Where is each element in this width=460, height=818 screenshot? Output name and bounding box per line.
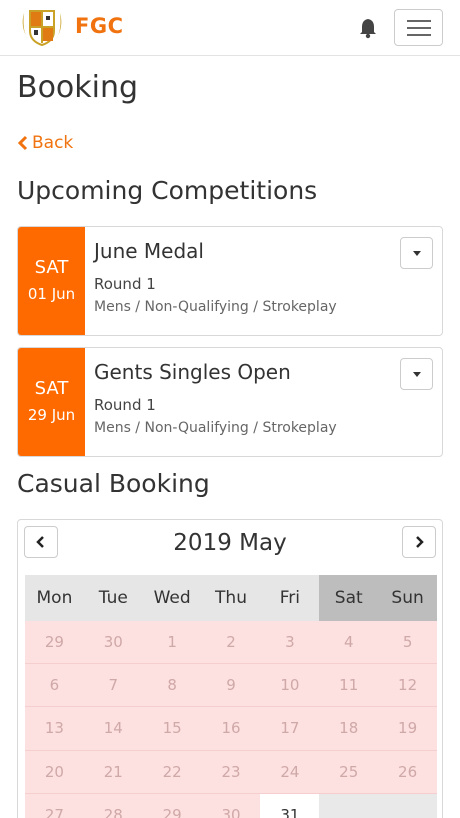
competition-name: June Medal (94, 239, 204, 263)
hamburger-icon (407, 20, 431, 22)
calendar-day-unavailable: 25 (319, 750, 379, 794)
calendar-day-unavailable: 7 (83, 664, 143, 708)
menu-toggle-button[interactable] (394, 9, 443, 46)
competition-round: Round 1 (94, 396, 156, 414)
bell-icon[interactable] (357, 17, 379, 39)
calendar-day-unavailable: 23 (201, 750, 261, 794)
calendar-day-unavailable: 8 (142, 664, 202, 708)
club-crest-icon[interactable] (18, 7, 66, 47)
calendar: 2019 May Mon Tue Wed Thu Fri Sat Sun 29 … (17, 519, 443, 818)
back-label: Back (32, 133, 74, 153)
competition-round: Round 1 (94, 275, 156, 293)
calendar-day-unavailable: 6 (25, 664, 84, 708)
calendar-day-unavailable: 18 (319, 707, 379, 751)
calendar-day-unavailable: 29 (25, 621, 84, 665)
competition-card[interactable]: SAT 01 Jun June Medal Round 1 Mens / Non… (17, 226, 443, 336)
calendar-month-title: 2019 May (173, 530, 287, 556)
calendar-week: 6 7 8 9 10 11 12 (25, 664, 438, 708)
date-day: SAT (34, 378, 69, 399)
calendar-day-unavailable: 27 (25, 793, 84, 818)
calendar-grid: Mon Tue Wed Thu Fri Sat Sun 29 30 1 2 3 … (25, 575, 438, 818)
casual-booking-heading: Casual Booking (17, 469, 210, 498)
weekday-label: Wed (142, 575, 202, 621)
calendar-day-unavailable: 20 (25, 750, 84, 794)
calendar-day-unavailable: 28 (83, 793, 143, 818)
upcoming-competitions-heading: Upcoming Competitions (17, 176, 318, 205)
calendar-day-unavailable: 30 (201, 793, 261, 818)
calendar-week: 29 30 1 2 3 4 5 (25, 621, 438, 665)
date-date: 29 Jun (27, 406, 76, 424)
calendar-day-unavailable: 29 (142, 793, 202, 818)
competition-dropdown-button[interactable] (400, 237, 433, 269)
calendar-day-unavailable: 15 (142, 707, 202, 751)
weekday-label: Mon (25, 575, 84, 621)
calendar-day-unavailable: 22 (142, 750, 202, 794)
calendar-day-unavailable: 11 (319, 664, 379, 708)
competition-category: Mens / Non-Qualifying / Strokeplay (94, 420, 337, 436)
calendar-day-unavailable: 4 (319, 621, 379, 665)
calendar-day-unavailable: 24 (260, 750, 320, 794)
calendar-day-unavailable: 1 (142, 621, 202, 665)
weekday-label: Sun (378, 575, 438, 621)
calendar-day-unavailable: 19 (378, 707, 438, 751)
calendar-day-unavailable: 21 (83, 750, 143, 794)
calendar-day-unavailable: 26 (378, 750, 438, 794)
brand-name[interactable]: FGC (75, 14, 124, 38)
back-link[interactable]: Back (17, 133, 73, 153)
chevron-right-icon (416, 536, 424, 548)
calendar-day-empty (319, 793, 379, 818)
chevron-left-icon (36, 536, 44, 548)
chevron-left-icon (17, 135, 28, 151)
competition-name: Gents Singles Open (94, 360, 291, 384)
calendar-day-available[interactable]: 31 (260, 793, 320, 818)
weekday-label: Sat (319, 575, 379, 621)
page-title: Booking (17, 70, 139, 105)
prev-month-button[interactable] (24, 526, 58, 558)
calendar-week: 20 21 22 23 24 25 26 (25, 750, 438, 794)
calendar-day-unavailable: 16 (201, 707, 261, 751)
date-day: SAT (34, 257, 69, 278)
competition-card[interactable]: SAT 29 Jun Gents Singles Open Round 1 Me… (17, 347, 443, 457)
calendar-day-unavailable: 3 (260, 621, 320, 665)
calendar-week: 13 14 15 16 17 18 19 (25, 707, 438, 751)
calendar-day-unavailable: 30 (83, 621, 143, 665)
next-month-button[interactable] (402, 526, 436, 558)
calendar-week: 27 28 29 30 31 (25, 793, 438, 818)
calendar-day-unavailable: 10 (260, 664, 320, 708)
calendar-day-unavailable: 12 (378, 664, 438, 708)
calendar-day-unavailable: 5 (378, 621, 438, 665)
date-badge: SAT 29 Jun (18, 348, 85, 456)
calendar-day-unavailable: 9 (201, 664, 261, 708)
calendar-day-unavailable: 2 (201, 621, 261, 665)
weekday-label: Thu (201, 575, 261, 621)
calendar-day-empty (378, 793, 438, 818)
calendar-day-unavailable: 17 (260, 707, 320, 751)
calendar-day-unavailable: 14 (83, 707, 143, 751)
calendar-day-unavailable: 13 (25, 707, 84, 751)
weekday-header: Mon Tue Wed Thu Fri Sat Sun (25, 575, 438, 621)
competition-dropdown-button[interactable] (400, 358, 433, 390)
weekday-label: Fri (260, 575, 320, 621)
date-badge: SAT 01 Jun (18, 227, 85, 335)
date-date: 01 Jun (27, 285, 76, 303)
weekday-label: Tue (83, 575, 143, 621)
navbar: FGC (0, 0, 460, 56)
competition-category: Mens / Non-Qualifying / Strokeplay (94, 299, 337, 315)
